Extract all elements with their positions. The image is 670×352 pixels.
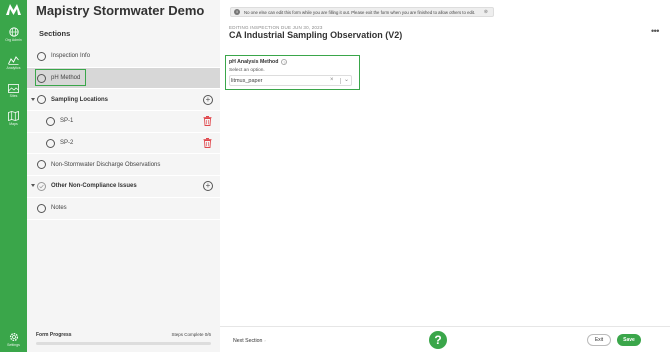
add-sampling-location-button[interactable]: + xyxy=(203,94,213,105)
sections-heading: Sections xyxy=(39,29,71,38)
section-label: Non-Stormwater Discharge Observations xyxy=(51,161,161,168)
form-main: i No one else can edit this form while y… xyxy=(220,0,670,352)
section-label: Sampling Locations xyxy=(51,96,109,103)
section-label: Notes xyxy=(51,205,67,212)
close-icon[interactable]: ⊗ xyxy=(484,9,488,15)
notice-text: No one else can edit this form while you… xyxy=(244,9,476,15)
help-icon[interactable]: ? xyxy=(281,59,288,65)
chevron-down-icon[interactable]: ⌄ xyxy=(344,76,349,83)
field-label-row: pH Analysis Method ? xyxy=(229,59,288,65)
rail-label: Settings xyxy=(7,343,20,347)
caret-down-icon[interactable] xyxy=(31,97,35,101)
incomplete-circle-icon xyxy=(37,95,46,105)
section-item-sampling-locations[interactable]: Sampling Locations + xyxy=(27,89,220,112)
help-button[interactable]: ? xyxy=(429,331,447,349)
rail-item-analytics[interactable]: Analytics xyxy=(0,56,27,70)
arrow-right-icon: › xyxy=(264,338,266,343)
rail-item-maps[interactable]: Maps xyxy=(0,111,27,126)
ph-method-select[interactable]: litmus_paper × ⌄ xyxy=(229,75,352,86)
app-title: Mapistry Stormwater Demo xyxy=(36,3,205,18)
ph-analysis-method-field: pH Analysis Method ? Select an option. l… xyxy=(225,55,360,90)
section-label: pH Method xyxy=(51,75,81,82)
section-label: Other Non-Compliance Issues xyxy=(51,183,137,190)
sites-icon xyxy=(8,84,19,93)
form-title: CA Industrial Sampling Observation (V2) xyxy=(229,30,403,40)
select-divider xyxy=(340,78,341,84)
form-progress: Form Progress Steps Complete 0/6 xyxy=(36,332,211,345)
trash-icon[interactable] xyxy=(203,116,212,127)
globe-icon xyxy=(8,27,19,37)
more-options-button[interactable]: ••• xyxy=(651,26,659,36)
rail-label: Analytics xyxy=(6,66,21,70)
incomplete-circle-icon xyxy=(37,203,46,213)
next-section-label: Next Section xyxy=(233,338,263,344)
incomplete-circle-icon xyxy=(46,138,55,148)
section-list: Inspection Info pH Method Sampling Locat… xyxy=(27,46,220,220)
info-icon: i xyxy=(234,9,240,15)
section-item-other-non-compliance[interactable]: Other Non-Compliance Issues + xyxy=(27,176,220,198)
section-label: Inspection Info xyxy=(51,53,91,60)
select-value: litmus_paper xyxy=(231,77,263,84)
section-item-non-stormwater[interactable]: Non-Stormwater Discharge Observations xyxy=(27,154,220,177)
progress-bar xyxy=(36,342,211,345)
trash-icon[interactable] xyxy=(203,138,212,149)
left-nav-rail: Org Admin Analytics Sites Maps Settings xyxy=(0,0,27,352)
gear-icon xyxy=(9,332,18,342)
section-item-ph-method[interactable]: pH Method xyxy=(27,67,220,90)
section-label: SP-2 xyxy=(60,140,74,147)
map-icon xyxy=(8,111,19,121)
rail-label: Sites xyxy=(9,94,18,98)
field-label: pH Analysis Method xyxy=(229,59,279,65)
incomplete-circle-icon xyxy=(37,73,46,83)
section-item-sp-1[interactable]: SP-1 xyxy=(27,111,220,133)
edit-lock-notice: i No one else can edit this form while y… xyxy=(230,7,494,17)
rail-item-org-admin[interactable]: Org Admin xyxy=(0,27,27,42)
section-item-notes[interactable]: Notes xyxy=(27,198,220,220)
rail-item-sites[interactable]: Sites xyxy=(0,84,27,98)
next-section-button[interactable]: Next Section › xyxy=(233,338,266,344)
incomplete-circle-icon xyxy=(37,51,46,61)
steps-complete-text: Steps Complete 0/6 xyxy=(171,332,211,337)
rail-label: Org Admin xyxy=(5,38,22,42)
clear-icon[interactable]: × xyxy=(330,77,334,83)
section-label: SP-1 xyxy=(60,118,74,125)
rail-label: Maps xyxy=(9,122,18,126)
rail-item-settings[interactable]: Settings xyxy=(0,332,27,347)
add-issue-button[interactable]: + xyxy=(203,181,213,192)
incomplete-circle-icon xyxy=(46,116,55,126)
analytics-icon xyxy=(8,56,19,65)
section-item-inspection-info[interactable]: Inspection Info xyxy=(27,46,220,68)
exit-button[interactable]: Exit xyxy=(587,334,611,346)
check-circle-icon xyxy=(37,181,46,191)
save-button[interactable]: Save xyxy=(617,334,641,346)
mapistry-logo[interactable] xyxy=(6,4,21,15)
sections-sidebar: Mapistry Stormwater Demo Sections Inspec… xyxy=(27,0,220,352)
field-helper-text: Select an option. xyxy=(229,67,265,73)
caret-down-icon[interactable] xyxy=(31,184,35,188)
section-item-sp-2[interactable]: SP-2 xyxy=(27,133,220,155)
incomplete-circle-icon xyxy=(37,160,46,170)
